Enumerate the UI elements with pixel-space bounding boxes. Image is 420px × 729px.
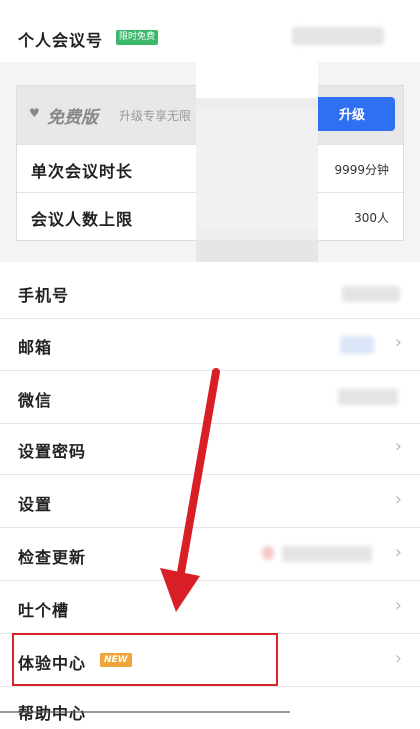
red-arrow-icon [160, 368, 220, 612]
